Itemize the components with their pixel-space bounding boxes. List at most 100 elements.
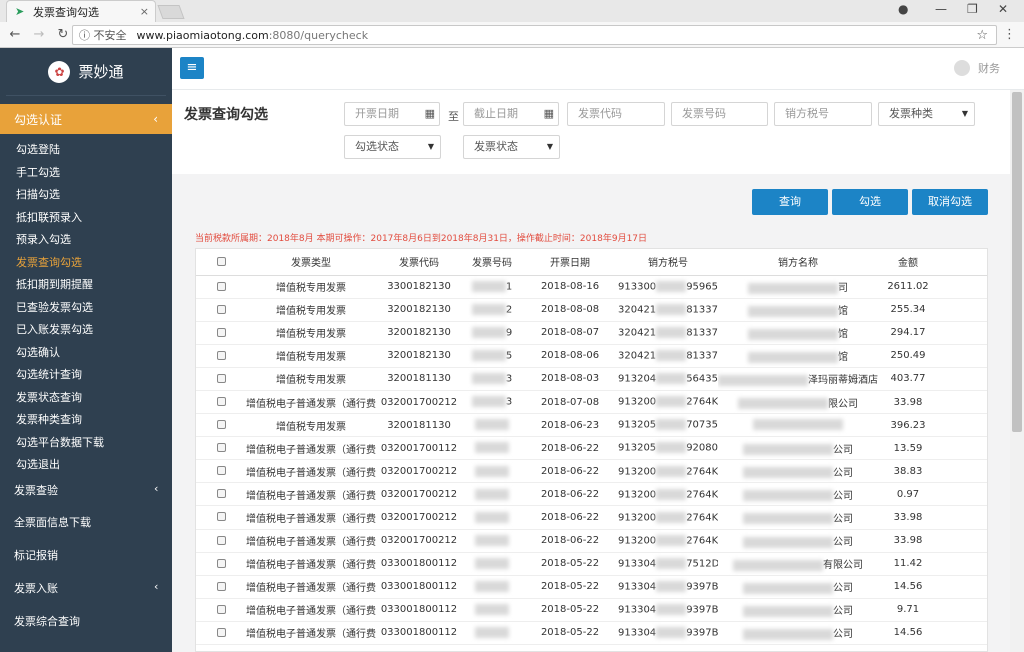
- invoice-code-input[interactable]: 发票代码: [567, 102, 665, 126]
- restore-icon[interactable]: ❐: [967, 2, 978, 16]
- query-button[interactable]: 查询: [752, 189, 828, 215]
- uncheck-button[interactable]: 取消勾选: [912, 189, 988, 215]
- sidebar-item[interactable]: 抵扣期到期提醒: [16, 276, 93, 292]
- sidebar-item[interactable]: 扫描勾选: [16, 186, 60, 202]
- close-window-icon[interactable]: ✕: [998, 2, 1008, 16]
- sidebar-item[interactable]: 勾选统计查询: [16, 366, 82, 382]
- row-checkbox-cell[interactable]: [196, 344, 246, 368]
- table-row[interactable]: 增值税专用发票 3200182130 2 2018-08-08 320421 813370…: [196, 298, 987, 322]
- sidebar-item[interactable]: 发票状态查询: [16, 389, 82, 405]
- sidebar-item[interactable]: 勾选平台数据下载: [16, 434, 104, 450]
- sidebar-group-check[interactable]: 勾选认证 ‹: [0, 104, 172, 134]
- security-indicator[interactable]: ⓘ 不安全: [79, 27, 127, 43]
- row-checkbox[interactable]: [216, 443, 226, 453]
- invoice-type-select[interactable]: 发票种类 ▼: [878, 102, 975, 126]
- row-checkbox-cell[interactable]: [196, 367, 246, 391]
- row-checkbox[interactable]: [216, 420, 226, 430]
- profile-icon[interactable]: ●: [898, 2, 908, 16]
- forward-icon[interactable]: →: [30, 27, 48, 42]
- row-checkbox[interactable]: [216, 327, 226, 337]
- row-checkbox-cell[interactable]: [196, 321, 246, 345]
- sidebar-item[interactable]: 手工勾选: [16, 164, 60, 180]
- scrollbar-thumb[interactable]: [1012, 92, 1022, 432]
- tab-close-icon[interactable]: ×: [140, 5, 149, 18]
- row-checkbox-cell[interactable]: [196, 598, 246, 622]
- row-checkbox-cell[interactable]: [196, 436, 246, 461]
- row-checkbox[interactable]: [216, 397, 226, 407]
- row-checkbox-cell[interactable]: [196, 529, 246, 553]
- sidebar-item[interactable]: 勾选登陆: [16, 141, 60, 157]
- row-checkbox-cell[interactable]: [196, 482, 246, 507]
- end-date-input[interactable]: 截止日期 ▦: [463, 102, 559, 126]
- row-checkbox-cell[interactable]: [196, 459, 246, 484]
- sidebar-group[interactable]: 发票入账 ‹: [14, 580, 158, 596]
- table-row[interactable]: 增值税专用发票 3200181130 3 2018-08-03 913204 564351…: [196, 367, 987, 391]
- new-tab-button[interactable]: [157, 5, 185, 19]
- table-row[interactable]: 增值税电子普通发票（通行费） 032001700212 2018-06-22 9132…: [196, 505, 987, 530]
- row-checkbox[interactable]: [216, 558, 226, 568]
- sidebar-group[interactable]: 发票综合查询: [14, 613, 80, 629]
- browser-tab[interactable]: ➤ 发票查询勾选 ×: [6, 0, 156, 22]
- sidebar-item[interactable]: 勾选确认: [16, 344, 60, 360]
- table-row[interactable]: 增值税电子普通发票（通行费） 032001700212 2018-06-22 9132…: [196, 459, 987, 484]
- sidebar-item[interactable]: 已入账发票勾选: [16, 321, 93, 337]
- row-checkbox-cell[interactable]: [196, 275, 246, 299]
- page-scrollbar[interactable]: [1010, 90, 1024, 652]
- row-checkbox[interactable]: [216, 281, 226, 291]
- table-row[interactable]: 增值税电子普通发票（通行费） 032001700212 3 2018-07-08 913…: [196, 390, 987, 415]
- invoice-number-input[interactable]: 发票号码: [671, 102, 768, 126]
- table-row[interactable]: 增值税电子普通发票（通行费） 033001800112 2018-05-22 9133…: [196, 575, 987, 599]
- row-checkbox[interactable]: [216, 512, 226, 522]
- check-button[interactable]: 勾选: [832, 189, 908, 215]
- sidebar-item[interactable]: 已查验发票勾选: [16, 299, 93, 315]
- sidebar-group[interactable]: 标记报销: [14, 547, 58, 563]
- sidebar-group[interactable]: 全票面信息下载: [14, 514, 91, 530]
- table-row[interactable]: 增值税电子普通发票（通行费） 033001800112 2018-05-22 9133…: [196, 621, 987, 646]
- row-checkbox[interactable]: [216, 627, 226, 637]
- table-row[interactable]: 增值税电子普通发票（通行费） 032001700212 2018-06-22 9132…: [196, 482, 987, 507]
- row-checkbox-cell[interactable]: [196, 621, 246, 646]
- table-row[interactable]: 增值税电子普通发票（通行费） 032001700212 2018-06-22 9132…: [196, 529, 987, 553]
- invoice-status-select[interactable]: 发票状态 ▼: [463, 135, 560, 159]
- seller-tax-input[interactable]: 销方税号: [774, 102, 872, 126]
- reload-icon[interactable]: ↻: [54, 27, 72, 42]
- sidebar-item[interactable]: 发票种类查询: [16, 411, 82, 427]
- url-input[interactable]: ⓘ 不安全 www.piaomiaotong.com:8080/queryche…: [72, 25, 997, 45]
- table-row[interactable]: 增值税专用发票 3200182130 9 2018-08-07 320421 813370…: [196, 321, 987, 345]
- table-row[interactable]: 增值税专用发票 3300182130 1 2018-08-16 913300 959654…: [196, 275, 987, 299]
- row-checkbox-cell[interactable]: [196, 298, 246, 322]
- row-checkbox[interactable]: [216, 350, 226, 360]
- row-checkbox[interactable]: [216, 604, 226, 614]
- bookmark-star-icon[interactable]: ☆: [976, 28, 988, 43]
- table-row[interactable]: 增值税电子普通发票（通行费） 032001700112 2018-06-22 9132…: [196, 436, 987, 461]
- row-checkbox[interactable]: [216, 535, 226, 545]
- row-checkbox-cell[interactable]: [196, 505, 246, 530]
- check-status-select[interactable]: 勾选状态 ▼: [344, 135, 441, 159]
- calendar-icon[interactable]: ▦: [544, 103, 554, 125]
- row-checkbox-cell[interactable]: [196, 390, 246, 415]
- row-checkbox[interactable]: [216, 581, 226, 591]
- start-date-input[interactable]: 开票日期 ▦: [344, 102, 440, 126]
- table-row[interactable]: 增值税专用发票 3200181130 2018-06-23 913205 70735 39…: [196, 413, 987, 438]
- table-row[interactable]: 增值税电子普通发票（通行费） 033001800112 2018-05-22 9133…: [196, 598, 987, 622]
- row-checkbox[interactable]: [216, 304, 226, 314]
- sidebar-group[interactable]: 发票查验 ‹: [14, 482, 158, 498]
- minimize-icon[interactable]: —: [935, 2, 947, 16]
- table-row[interactable]: 增值税电子普通发票（通行费） 033001800112 2018-05-22 9133…: [196, 552, 987, 576]
- user-menu[interactable]: 财务: [954, 60, 1000, 76]
- row-checkbox[interactable]: [216, 466, 226, 476]
- sidebar-item[interactable]: 勾选退出: [16, 456, 60, 472]
- row-checkbox-cell[interactable]: [196, 413, 246, 438]
- browser-menu-icon[interactable]: ⋮: [1003, 27, 1016, 42]
- select-all-checkbox[interactable]: [216, 256, 226, 266]
- sidebar-item[interactable]: 抵扣联预录入: [16, 209, 82, 225]
- calendar-icon[interactable]: ▦: [425, 103, 435, 125]
- sidebar-item[interactable]: 发票查询勾选: [16, 254, 82, 270]
- table-row[interactable]: 增值税专用发票 3200182130 5 2018-08-06 320421 813370…: [196, 344, 987, 368]
- sidebar-item[interactable]: 预录入勾选: [16, 231, 71, 247]
- row-checkbox-cell[interactable]: [196, 575, 246, 599]
- menu-toggle-button[interactable]: ≡: [180, 57, 204, 79]
- row-checkbox-cell[interactable]: [196, 552, 246, 576]
- back-icon[interactable]: ←: [6, 27, 24, 42]
- row-checkbox[interactable]: [216, 373, 226, 383]
